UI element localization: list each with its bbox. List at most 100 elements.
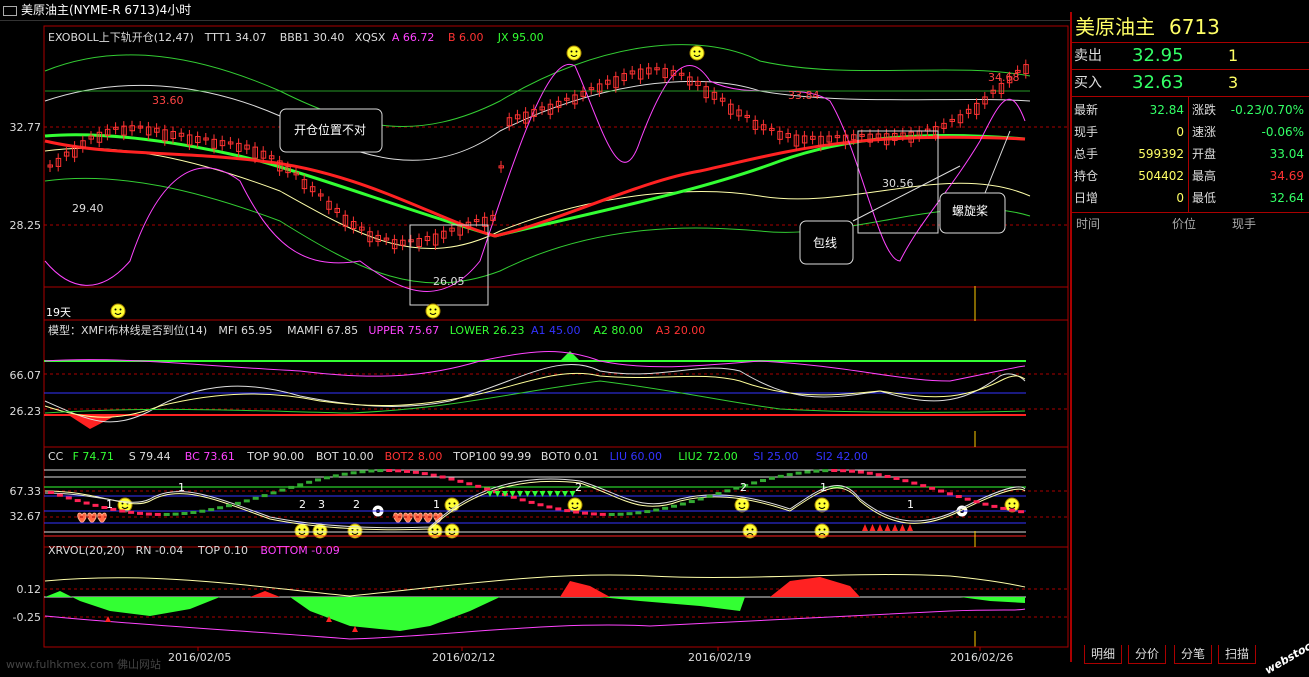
cc-step-bar bbox=[395, 469, 402, 473]
cc-step-bar bbox=[697, 497, 704, 501]
main-indicator-item-4: A 66.72 bbox=[392, 31, 435, 44]
cc-step-bar bbox=[786, 473, 793, 477]
mfi-mamfi-line bbox=[44, 372, 1026, 418]
price-label: 34.68 bbox=[988, 71, 1020, 84]
x-axis-date: 2016/02/12 bbox=[432, 651, 495, 664]
stat-label: 现手 bbox=[1074, 125, 1099, 139]
cc-step-bar bbox=[537, 503, 544, 507]
cc-step-bar bbox=[279, 488, 286, 492]
cc-step-bar bbox=[840, 469, 847, 473]
mfi-indicator-item-3: UPPER 75.67 bbox=[368, 324, 439, 337]
buy-volume: 3 bbox=[1228, 73, 1239, 92]
cc-indicator-item-12: SI2 42.00 bbox=[816, 450, 868, 463]
cc-step-bar bbox=[724, 489, 731, 493]
cc-step-bar bbox=[377, 469, 384, 473]
cc-step-bar bbox=[644, 510, 651, 514]
main-indicator-item-6: JX 95.00 bbox=[497, 31, 544, 44]
heart-icon bbox=[97, 512, 107, 524]
cc-step-bar bbox=[857, 470, 864, 474]
cc-step-bar bbox=[546, 505, 553, 509]
smiley-icon-eye bbox=[431, 528, 434, 531]
stat-value: 0 bbox=[1176, 125, 1184, 139]
cc-step-bar bbox=[946, 492, 953, 496]
cc-step-bar bbox=[929, 486, 936, 490]
tab-2[interactable]: 分笔 bbox=[1174, 645, 1213, 664]
smiley-icon-eye bbox=[571, 502, 574, 505]
mfi-indicator-item-2: MAMFI 67.85 bbox=[287, 324, 358, 337]
smiley-icon bbox=[110, 303, 126, 319]
cc-step-bar bbox=[1018, 510, 1025, 514]
window-icon[interactable] bbox=[3, 5, 17, 16]
cc-step-bar bbox=[982, 502, 989, 506]
heart-icon bbox=[413, 512, 423, 524]
stat-label: 涨跌 bbox=[1192, 103, 1217, 117]
cc-step-bar bbox=[332, 474, 339, 478]
smiley-icon-eye bbox=[1008, 502, 1011, 505]
stat-label: 持仓 bbox=[1074, 169, 1099, 183]
cc-step-bar bbox=[457, 479, 464, 483]
x-axis-date: 2016/02/26 bbox=[950, 651, 1013, 664]
x-axis-date: 2016/02/19 bbox=[688, 651, 751, 664]
cc-step-bar bbox=[448, 477, 455, 481]
cc-step-bar bbox=[875, 473, 882, 477]
symbol-name: 美原油主 bbox=[1075, 15, 1155, 39]
cc-indicator-item-7: TOP100 99.99 bbox=[452, 450, 531, 463]
cc-step-bar bbox=[608, 512, 615, 516]
tab-0[interactable]: 明细 bbox=[1084, 645, 1123, 664]
stat-label: 最高 bbox=[1192, 169, 1217, 183]
cc-marker-label: 1 bbox=[178, 481, 185, 494]
cc-step-bar bbox=[831, 469, 838, 473]
xqsx-line-magenta bbox=[44, 63, 1026, 292]
cc-step-bar bbox=[475, 484, 482, 488]
cc-indicator-item-10: LIU2 72.00 bbox=[678, 450, 737, 463]
mfi-indicator-item-5: A1 45.00 bbox=[531, 324, 581, 337]
cc-step-bar bbox=[421, 472, 428, 476]
cc-step-bar bbox=[270, 491, 277, 495]
xrvol-neg-area-1 bbox=[45, 591, 220, 616]
smiley-icon-eye bbox=[743, 502, 746, 505]
buy-row: 买入 32.63 3 bbox=[1072, 70, 1309, 96]
cc-step-bar bbox=[350, 471, 357, 475]
cc-indicator-item-4: TOP 90.00 bbox=[246, 450, 304, 463]
price-label: 29.40 bbox=[72, 202, 104, 215]
cc-step-bar bbox=[519, 498, 526, 502]
cc-marker-label: 2 bbox=[575, 481, 582, 494]
cc-step-bar bbox=[56, 493, 63, 497]
cc-indicator-item-6: BOT2 8.00 bbox=[385, 450, 443, 463]
cc-f-line bbox=[44, 478, 1026, 529]
trades-column-header: 时间 bbox=[1076, 217, 1101, 231]
cc-step-bar bbox=[510, 495, 517, 499]
tab-3[interactable]: 扫描 bbox=[1218, 645, 1257, 664]
cc-step-bar bbox=[199, 509, 206, 513]
stat-value: 599392 bbox=[1138, 147, 1184, 161]
stat-label: 总手 bbox=[1074, 147, 1099, 161]
kline-chart[interactable]: 112 3 2 12 2 11 2016/02/05 2016/02/12 2016/02/1… bbox=[0, 21, 1070, 667]
chart-area[interactable]: 1123212211 2016/02/05 2016/02/12 2016/02/1… bbox=[0, 21, 1070, 667]
y-tick-label: 32.77 bbox=[10, 121, 42, 134]
cc-step-bar bbox=[671, 504, 677, 508]
ma-green-thick bbox=[44, 133, 1026, 238]
cc-step-bar bbox=[590, 512, 597, 516]
cc-indicator-item-0: CC bbox=[48, 450, 64, 463]
sell-label: 卖出 bbox=[1074, 48, 1102, 64]
cc-step-bar bbox=[653, 508, 660, 512]
annotation-pointer-2 bbox=[984, 130, 1011, 194]
symbol-header: 美原油主 6713 bbox=[1072, 12, 1309, 43]
cc-step-bar bbox=[288, 485, 295, 489]
cc-step-bar bbox=[234, 501, 241, 505]
price-label: 33.84 bbox=[788, 89, 820, 102]
smiley-icon-eye bbox=[698, 50, 701, 53]
cc-step-bar bbox=[688, 500, 695, 504]
quote-stats-grid: 最新 32.84 涨跌 -0.23/0.70% 现手 0 速涨 -0.06% 总手 599392 开… bbox=[1072, 97, 1309, 213]
cc-marker-label: 1 bbox=[820, 481, 827, 494]
tab-1[interactable]: 分价 bbox=[1128, 645, 1167, 664]
smiley-icon-eye bbox=[738, 502, 741, 505]
cc-marker-label: 2 bbox=[740, 481, 747, 494]
cc-step-bar bbox=[893, 476, 900, 480]
smiley-icon-eye bbox=[303, 528, 306, 531]
cc-step-bar bbox=[341, 472, 348, 476]
cc-step-bar bbox=[261, 494, 268, 498]
smiley-icon-eye bbox=[448, 502, 451, 505]
cc-marker-label: 3 bbox=[318, 498, 325, 511]
cc-step-bar bbox=[884, 474, 891, 478]
